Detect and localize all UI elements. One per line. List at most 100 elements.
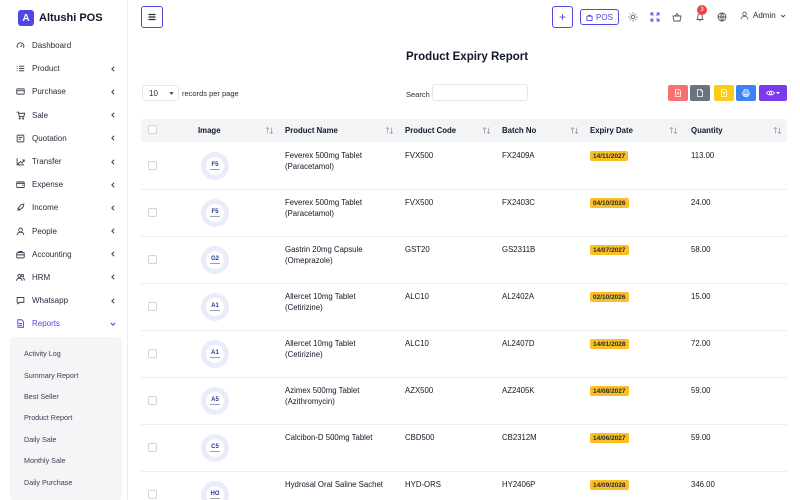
- basket-icon[interactable]: [671, 11, 682, 22]
- sidebar-item-label: Transfer: [32, 157, 62, 167]
- row-checkbox[interactable]: [148, 490, 157, 499]
- sidebar-item-label: Dashboard: [32, 41, 72, 51]
- table-row: HO Hydrosal Oral Saline Sachet HYD-ORS H…: [141, 472, 787, 500]
- row-checkbox[interactable]: [148, 255, 157, 264]
- sidebar-item-purchase[interactable]: Purchase: [0, 80, 127, 103]
- submenu-item-daily-purchase[interactable]: Daily Purchase: [10, 471, 122, 492]
- sidebar-item-sale[interactable]: Sale: [0, 104, 127, 127]
- print-button[interactable]: [736, 85, 756, 101]
- hamburger-icon: [148, 13, 156, 21]
- notification-badge: 3: [697, 5, 707, 15]
- expiry-date-badge: 14/08/2027: [590, 386, 629, 396]
- sort-icon[interactable]: [570, 126, 579, 135]
- sidebar-item-label: Income: [32, 203, 59, 213]
- page-length-select[interactable]: 10: [142, 85, 179, 101]
- sort-icon[interactable]: [265, 126, 274, 135]
- row-checkbox[interactable]: [148, 349, 157, 358]
- expiry-date-badge: 14/01/2028: [590, 339, 629, 349]
- sort-icon[interactable]: [482, 126, 491, 135]
- chevron-left-icon: [109, 297, 117, 305]
- sidebar-item-expense[interactable]: Expense: [0, 173, 127, 196]
- user-menu[interactable]: Admin: [740, 11, 790, 20]
- product-thumbnail: A1: [201, 340, 229, 368]
- row-checkbox[interactable]: [148, 396, 157, 405]
- sidebar-item-dashboard[interactable]: Dashboard: [0, 34, 127, 57]
- thumb-initials: F5: [211, 209, 219, 215]
- sort-icon[interactable]: [773, 126, 782, 135]
- column-header-image[interactable]: Image: [198, 119, 221, 142]
- export-pdf-button[interactable]: [668, 85, 688, 101]
- submenu-item-best-seller[interactable]: Best Seller: [10, 386, 122, 407]
- chevron-left-icon: [109, 273, 117, 281]
- column-header-quantity[interactable]: Quantity: [691, 119, 723, 142]
- brand[interactable]: A Altushi POS: [18, 8, 103, 28]
- sidebar-item-hrm[interactable]: HRM: [0, 266, 127, 289]
- sidebar-toggle-button[interactable]: [141, 6, 163, 28]
- quantity: 59.00: [691, 433, 711, 442]
- sidebar-item-product[interactable]: Product: [0, 57, 127, 80]
- product-name: Calcibon-D 500mg Tablet: [285, 433, 373, 442]
- submenu-item-activity-log[interactable]: Activity Log: [10, 343, 122, 364]
- sidebar-item-people[interactable]: People: [0, 220, 127, 243]
- sort-icon[interactable]: [669, 126, 678, 135]
- user-icon: [740, 11, 749, 20]
- chat-icon: [16, 296, 25, 305]
- product-thumbnail: HO: [201, 481, 229, 500]
- submenu-item-monthly-sale[interactable]: Monthly Sale: [10, 450, 122, 471]
- submenu-item-daily-sale[interactable]: Daily Sale: [10, 429, 122, 450]
- printer-icon: [742, 89, 750, 97]
- export-excel-button[interactable]: [714, 85, 734, 101]
- row-checkbox[interactable]: [148, 208, 157, 217]
- chevron-left-icon: [109, 158, 117, 166]
- brand-logo: A: [18, 10, 34, 26]
- row-checkbox[interactable]: [148, 302, 157, 311]
- page-length-label: records per page: [182, 89, 239, 98]
- theme-sun-icon[interactable]: [627, 11, 638, 22]
- sidebar-item-whatsapp[interactable]: Whatsapp: [0, 289, 127, 312]
- dashboard-icon: [16, 41, 25, 50]
- export-csv-button[interactable]: [690, 85, 710, 101]
- sidebar-item-accounting[interactable]: Accounting: [0, 243, 127, 266]
- rocket-icon: [16, 203, 25, 212]
- batch-no: GS2311B: [502, 245, 536, 254]
- quote-icon: [16, 134, 25, 143]
- submenu-item-summary-report[interactable]: Summary Report: [10, 364, 122, 385]
- fullscreen-icon[interactable]: [649, 11, 660, 22]
- search-input[interactable]: [432, 84, 528, 101]
- sidebar-item-label: Sale: [32, 110, 49, 120]
- column-header-product-name[interactable]: Product Name: [285, 119, 338, 142]
- sidebar-item-income[interactable]: Income: [0, 196, 127, 219]
- product-code: FVX500: [405, 198, 434, 207]
- quantity: 15.00: [691, 292, 711, 301]
- row-checkbox[interactable]: [148, 443, 157, 452]
- product-thumbnail: G2: [201, 246, 229, 274]
- column-visibility-button[interactable]: [759, 85, 787, 101]
- sidebar-item-reports[interactable]: Reports: [0, 312, 127, 335]
- add-new-button[interactable]: +: [552, 6, 573, 28]
- cart-icon: [16, 111, 25, 120]
- report-icon: [16, 319, 25, 329]
- batch-no: AL2407D: [502, 339, 535, 348]
- column-header-expiry-date[interactable]: Expiry Date: [590, 119, 633, 142]
- pos-button[interactable]: POS: [580, 9, 619, 25]
- product-code: CBD500: [405, 433, 435, 442]
- table-row: C5 Calcibon-D 500mg Tablet CBD500 CB2312…: [141, 425, 787, 472]
- sidebar-item-quotation[interactable]: Quotation: [0, 127, 127, 150]
- batch-no: HY2406P: [502, 480, 536, 489]
- expiry-date-badge: 14/11/2027: [590, 151, 629, 161]
- table-row: F5 Feverex 500mg Tablet (Paracetamol) FVX…: [141, 143, 787, 190]
- select-all-checkbox[interactable]: [148, 125, 157, 134]
- chevron-down-icon: [109, 320, 117, 328]
- quantity: 59.00: [691, 386, 711, 395]
- product-code: GST20: [405, 245, 430, 254]
- sidebar-item-transfer[interactable]: Transfer: [0, 150, 127, 173]
- product-thumbnail: C5: [201, 434, 229, 462]
- sidebar-nav: Dashboard Product Purchase Sale Quotatio…: [0, 34, 127, 335]
- submenu-item-product-report[interactable]: Product Report: [10, 407, 122, 428]
- column-header-product-code[interactable]: Product Code: [405, 119, 456, 142]
- globe-icon[interactable]: [716, 11, 727, 22]
- row-checkbox[interactable]: [148, 161, 157, 170]
- sort-icon[interactable]: [385, 126, 394, 135]
- column-header-batch-no[interactable]: Batch No: [502, 119, 536, 142]
- thumb-initials: C5: [211, 444, 219, 450]
